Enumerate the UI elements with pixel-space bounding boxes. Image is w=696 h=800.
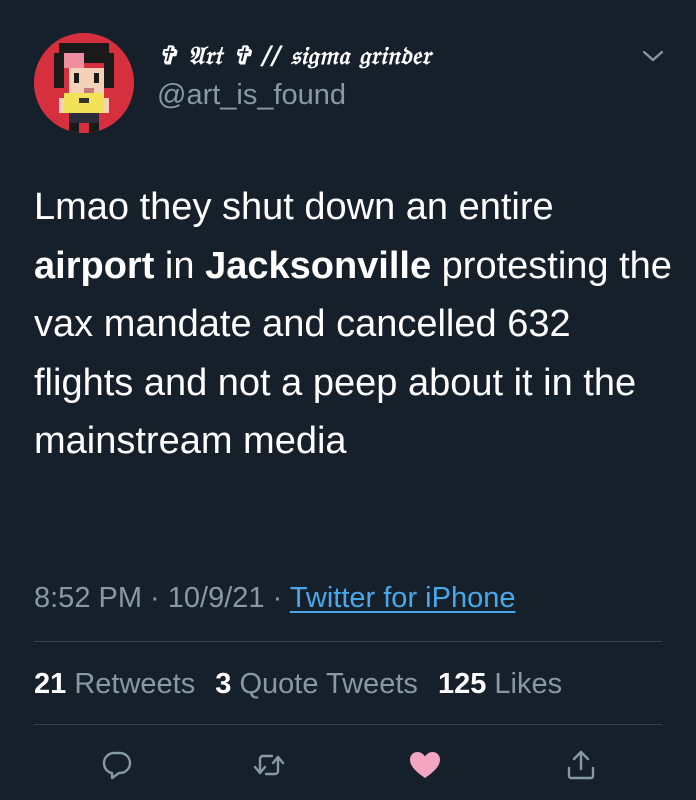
display-name[interactable]: ✞ 𝔄𝔯𝔱 ✞ // 𝔰𝔦𝔤𝔪𝔞 𝔤𝔯𝔦𝔫𝔡𝔢𝔯	[157, 40, 431, 72]
retweets-label: Retweets	[74, 668, 196, 700]
heart-icon[interactable]	[408, 748, 442, 782]
divider	[34, 641, 662, 642]
avatar[interactable]	[34, 33, 134, 133]
quotes-label: Quote Tweets	[239, 668, 418, 700]
meta-separator: ·	[264, 582, 290, 614]
tweet-text-bold: Jacksonville	[205, 244, 432, 287]
tweet-card: ✞ 𝔄𝔯𝔱 ✞ // 𝔰𝔦𝔤𝔪𝔞 𝔤𝔯𝔦𝔫𝔡𝔢𝔯 @art_is_found L…	[0, 0, 696, 800]
reply-icon[interactable]	[100, 748, 134, 782]
tweet-text-part: Lmao they shut down an entire	[34, 186, 554, 228]
chevron-down-icon[interactable]	[641, 48, 665, 64]
likes-label: Likes	[494, 668, 563, 700]
retweets-stat[interactable]: 21 Retweets	[34, 668, 195, 700]
tweet-time: 8:52 PM	[34, 582, 142, 614]
likes-stat[interactable]: 125 Likes	[438, 668, 562, 700]
quote-tweets-stat[interactable]: 3 Quote Tweets	[215, 668, 418, 700]
meta-separator: ·	[142, 582, 168, 614]
tweet-date: 10/9/21	[167, 582, 265, 614]
retweet-icon[interactable]	[252, 748, 286, 782]
pixel-avatar-image	[34, 33, 134, 133]
tweet-meta: 8:52 PM · 10/9/21 · Twitter for iPhone	[34, 580, 515, 616]
likes-count: 125	[437, 668, 487, 700]
tweet-text-part: in	[154, 244, 206, 287]
user-handle[interactable]: @art_is_found	[157, 78, 346, 112]
share-icon[interactable]	[564, 748, 598, 782]
tweet-source-link[interactable]: Twitter for iPhone	[290, 582, 516, 614]
divider	[34, 724, 662, 725]
retweets-count: 21	[34, 668, 67, 700]
quotes-count: 3	[215, 668, 232, 700]
tweet-text-bold: airport	[34, 244, 155, 287]
tweet-text: Lmao they shut down an entire airport in…	[34, 178, 674, 471]
tweet-stats: 21 Retweets 3 Quote Tweets 125 Likes	[34, 666, 574, 702]
